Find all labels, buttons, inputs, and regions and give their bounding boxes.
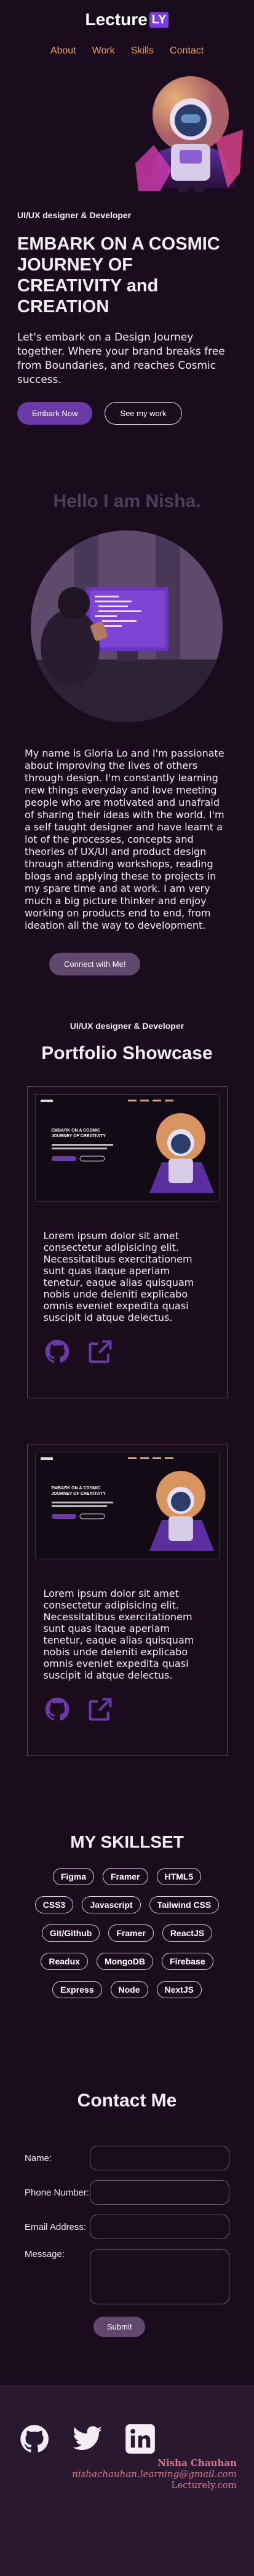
name-label: Name: (25, 2153, 52, 2164)
logo-box: LY (149, 12, 169, 28)
skill-chip: Firebase (162, 1953, 213, 1970)
skill-chip: Framer (103, 1868, 148, 1885)
embark-now-button[interactable]: Embark Now (17, 402, 93, 425)
portfolio-section: UI/UX designer & Developer Portfolio Sho… (0, 1021, 254, 1756)
skill-chip: MongoDB (96, 1953, 154, 1970)
nav-link-about[interactable]: About (50, 45, 76, 57)
hero-intro: UI/UX designer & Developer EMBARK ON A C… (0, 210, 254, 425)
hero-title: EMBARK ON A COSMIC JOURNEY OF CREATIVITY… (17, 234, 220, 317)
about-section: Hello I am Nisha. My name is Gloria Lo a… (0, 491, 254, 975)
phone-label: Phone Number: (25, 2187, 90, 2198)
about-heading: Hello I am Nisha. (53, 491, 201, 511)
skills-title: MY SKILLSET (70, 1832, 184, 1851)
skills-section: MY SKILLSET Figma Framer HTML5 CSS3 Java… (0, 1832, 254, 1998)
skill-chip: Node (110, 1981, 148, 1998)
skill-chip: Figma (52, 1868, 95, 1885)
footer: Nisha Chauhan nishachauhan.learning@gmai… (0, 2385, 254, 2576)
logo-text: Lecture (85, 10, 148, 29)
name-field[interactable] (90, 2146, 229, 2170)
project-card: EMBARK ON A COSMIC JOURNEY OF CREATIVITY… (26, 1086, 228, 1398)
logo[interactable]: Lecture LY (85, 10, 169, 30)
footer-email[interactable]: nishachauhan.learning@gmail.com (72, 2468, 237, 2479)
form-row-name: Name: (25, 2146, 229, 2170)
project-card: EMBARK ON A COSMIC JOURNEY OF CREATIVITY… (26, 1444, 228, 1756)
project-description: Lorem ipsum dolor sit amet consectetur a… (43, 1230, 194, 1323)
portfolio-role: UI/UX designer & Developer (69, 1021, 185, 1031)
contact-form: Name: Phone Number: Email Address: Messa… (0, 2146, 254, 2304)
skill-chip: Javascript (82, 1896, 141, 1913)
email-field[interactable] (90, 2215, 229, 2239)
linkedin-icon[interactable] (124, 2423, 156, 2457)
contact-title: Contact Me (77, 2090, 177, 2111)
form-row-email: Email Address: (25, 2215, 229, 2239)
hero-section: UI/UX designer & Developer EMBARK ON A C… (0, 71, 254, 425)
page: Lecture LY About Work Skills Contact UI/… (0, 0, 254, 2576)
project-links (35, 1338, 220, 1368)
project-links (35, 1696, 220, 1725)
skill-chip: Framer (108, 1924, 154, 1942)
nav-links: About Work Skills Contact (50, 45, 204, 57)
contact-section: Contact Me Name: Phone Number: Email Add… (0, 2090, 254, 2337)
external-link-icon[interactable] (87, 1338, 114, 1368)
portfolio-title: Portfolio Showcase (41, 1043, 213, 1063)
hero-role: UI/UX designer & Developer (17, 210, 132, 220)
nav-link-contact[interactable]: Contact (170, 45, 204, 57)
skill-chip: Tailwind CSS (149, 1896, 220, 1913)
connect-button[interactable]: Connect with Me! (49, 953, 141, 975)
external-link-icon[interactable] (87, 1696, 114, 1725)
message-label: Message: (25, 2249, 65, 2259)
hero-buttons: Embark Now See my work (17, 402, 237, 425)
project-screenshot-title: EMBARK ON A COSMIC JOURNEY OF CREATIVITY (51, 1128, 106, 1138)
skill-chip: Git/Github (41, 1924, 100, 1942)
email-label: Email Address: (25, 2221, 87, 2232)
skill-chip: HTML5 (156, 1868, 202, 1885)
submit-button[interactable]: Submit (93, 2317, 146, 2337)
skill-chip: ReactJS (162, 1924, 213, 1942)
skill-chip: Express (52, 1981, 102, 1998)
footer-name: Nisha Chauhan (157, 2457, 237, 2468)
skill-chip: Readux (41, 1953, 88, 1970)
hero-subtitle: Let's embark on a Design Journey togethe… (17, 331, 225, 386)
skill-chip: NextJS (156, 1981, 202, 1998)
nav-link-skills[interactable]: Skills (131, 45, 154, 57)
skills-list: Figma Framer HTML5 CSS3 Javascript Tailw… (32, 1868, 223, 1998)
developer-illustration (31, 530, 223, 723)
github-icon[interactable] (44, 1696, 71, 1725)
astronaut-illustration (135, 71, 246, 194)
nav-link-work[interactable]: Work (92, 45, 115, 57)
see-my-work-button[interactable]: See my work (105, 402, 182, 425)
message-field[interactable] (90, 2249, 229, 2304)
footer-info: Nisha Chauhan nishachauhan.learning@gmai… (72, 2457, 237, 2491)
form-row-message: Message: (25, 2249, 229, 2304)
about-text: My name is Gloria Lo and I'm passionate … (25, 747, 224, 931)
form-row-phone: Phone Number: (25, 2180, 229, 2205)
phone-field[interactable] (90, 2180, 229, 2205)
github-icon[interactable] (44, 1338, 71, 1368)
project-screenshot: EMBARK ON A COSMIC JOURNEY OF CREATIVITY (34, 1452, 220, 1559)
skill-chip: CSS3 (34, 1896, 74, 1913)
footer-site[interactable]: Lecturely.com (72, 2479, 237, 2491)
project-screenshot-title: EMBARK ON A COSMIC JOURNEY OF CREATIVITY (51, 1486, 106, 1496)
navbar: Lecture LY About Work Skills Contact (0, 0, 254, 68)
social-links (0, 2385, 254, 2457)
project-description: Lorem ipsum dolor sit amet consectetur a… (43, 1588, 194, 1681)
project-screenshot: EMBARK ON A COSMIC JOURNEY OF CREATIVITY (34, 1094, 220, 1202)
github-icon[interactable] (18, 2423, 50, 2457)
twitter-icon[interactable] (71, 2423, 103, 2457)
